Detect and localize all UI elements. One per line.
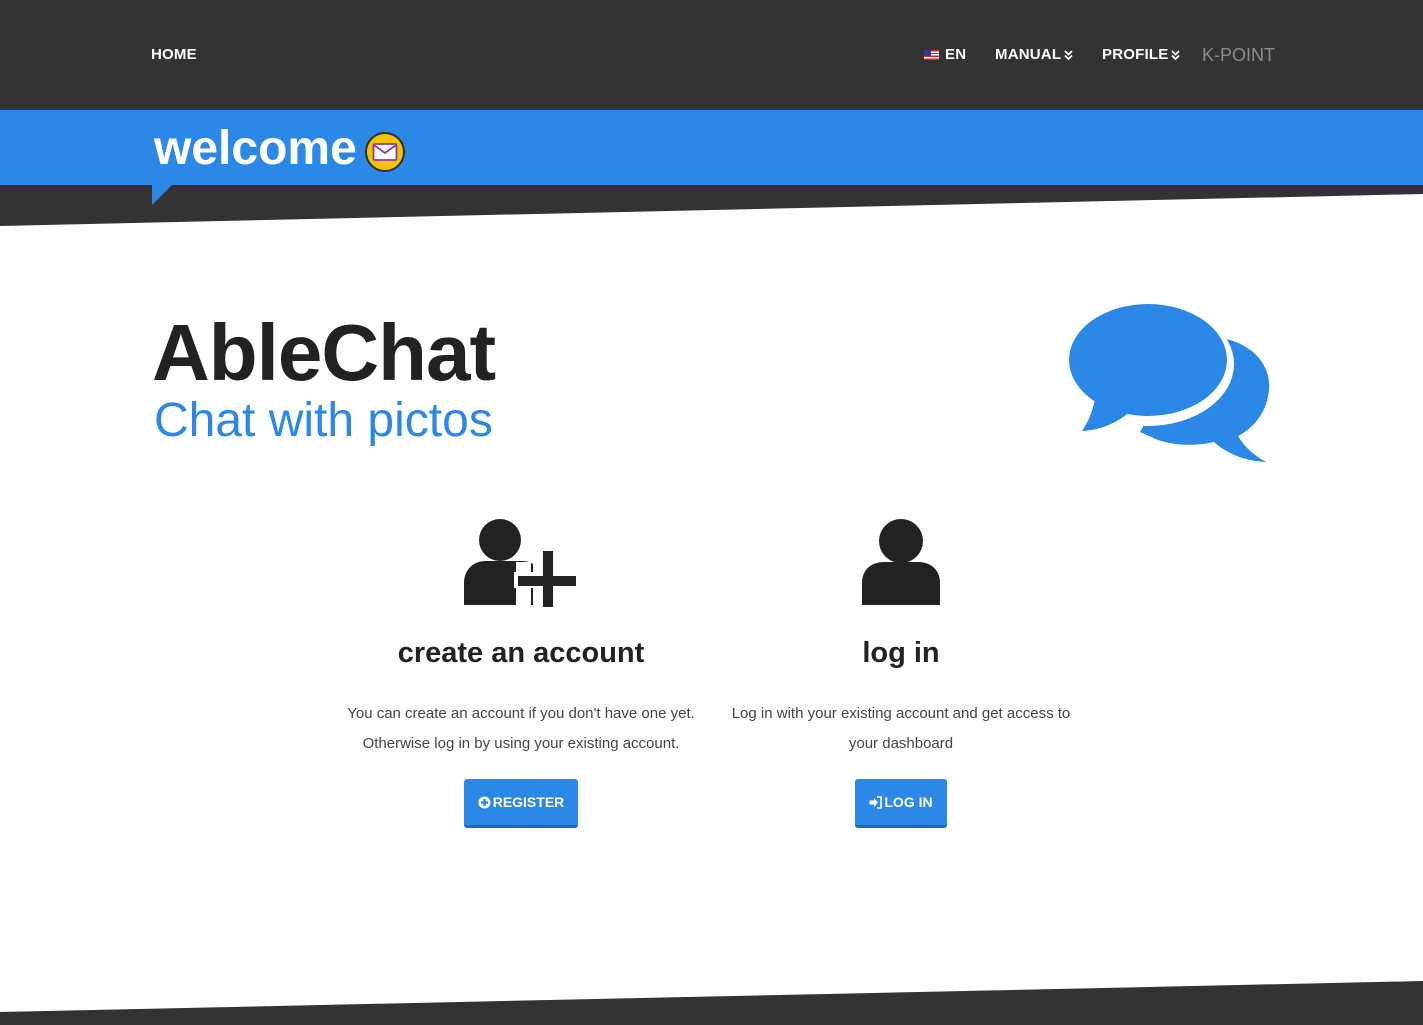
register-section: create an account You can create an acco…	[341, 515, 701, 828]
language-label: EN	[945, 46, 967, 63]
register-heading: create an account	[397, 637, 645, 669]
banner-title: welcome	[154, 122, 357, 175]
nav-profile-dropdown[interactable]: PROFILE	[1102, 46, 1181, 63]
mail-icon[interactable]	[365, 132, 405, 172]
login-description: Log in with your existing account and ge…	[731, 705, 1071, 752]
sign-in-icon	[869, 795, 883, 809]
nav-manual-label: MANUAL	[995, 46, 1062, 63]
user-plus-icon	[464, 519, 580, 607]
register-description: You can create an account if you don't h…	[347, 705, 695, 752]
register-button-label: REGISTER	[492, 794, 565, 810]
nav-profile-label: PROFILE	[1102, 46, 1169, 63]
double-chevron-down-icon	[1171, 49, 1181, 60]
app-title: AbleChat	[152, 308, 496, 397]
footer-slant-divider	[0, 981, 1423, 1025]
login-section: log in Log in with your existing account…	[721, 515, 1081, 828]
login-button[interactable]: LOG IN	[855, 779, 947, 828]
login-heading: log in	[862, 637, 940, 669]
user-icon	[862, 519, 940, 605]
us-flag-icon	[924, 49, 939, 60]
nav-home-label: HOME	[151, 46, 197, 63]
banner-pointer	[152, 185, 172, 205]
plus-circle-icon	[478, 796, 491, 808]
login-button-label: LOG IN	[884, 794, 933, 810]
top-navbar: HOME EN MANUAL PROFILE K-POINT	[0, 0, 1423, 110]
double-chevron-down-icon	[1064, 49, 1073, 60]
register-button[interactable]: REGISTER	[463, 779, 579, 828]
language-selector[interactable]: EN	[924, 46, 966, 63]
banner-slant-divider	[0, 185, 1423, 226]
brand-link[interactable]: K-POINT	[1202, 45, 1275, 66]
app-subtitle: Chat with pictos	[154, 394, 493, 447]
nav-manual-dropdown[interactable]: MANUAL	[995, 46, 1073, 63]
chat-bubbles-icon	[1066, 302, 1270, 462]
nav-home-link[interactable]: HOME	[151, 46, 197, 63]
